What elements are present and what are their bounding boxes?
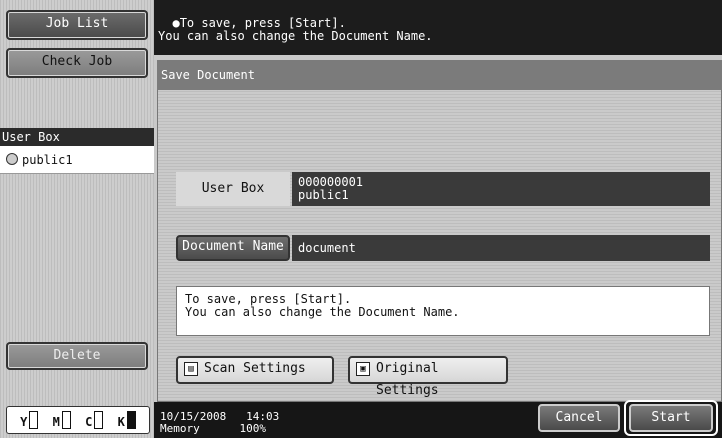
- document-name-value: document: [292, 235, 710, 261]
- toner-y: Y: [20, 411, 39, 429]
- scan-settings-icon: ▤: [184, 362, 198, 376]
- user-box-item[interactable]: public1: [0, 146, 154, 174]
- info-icon: ●: [172, 16, 180, 30]
- check-job-button[interactable]: Check Job: [6, 48, 148, 78]
- toner-k: K: [118, 411, 136, 429]
- toner-c: C: [85, 411, 104, 429]
- cancel-button[interactable]: Cancel: [538, 404, 620, 432]
- user-box-value: 000000001 public1: [292, 172, 710, 206]
- user-box-label: User Box: [176, 172, 290, 206]
- original-settings-icon: ▣: [356, 362, 370, 376]
- top-message: ●To save, press [Start]. You can also ch…: [154, 0, 722, 55]
- dialog-title: Save Document: [157, 60, 722, 90]
- job-list-button[interactable]: Job List: [6, 10, 148, 40]
- original-settings-button[interactable]: ▣ Original Settings: [348, 356, 508, 398]
- save-document-panel: [157, 60, 722, 402]
- box-icon: [6, 153, 18, 165]
- user-box-header: User Box: [0, 128, 154, 146]
- delete-button[interactable]: Delete: [6, 342, 148, 370]
- user-box-item-label: public1: [22, 153, 73, 167]
- start-button[interactable]: Start: [629, 404, 713, 432]
- scan-settings-button[interactable]: ▤ Scan Settings: [176, 356, 334, 384]
- start-button-frame: Start: [624, 400, 718, 436]
- dialog-message: To save, press [Start]. You can also cha…: [176, 286, 710, 336]
- toner-m: M: [53, 411, 71, 429]
- toner-indicator: Y M C K: [6, 406, 150, 434]
- document-name-button[interactable]: Document Name: [176, 235, 290, 261]
